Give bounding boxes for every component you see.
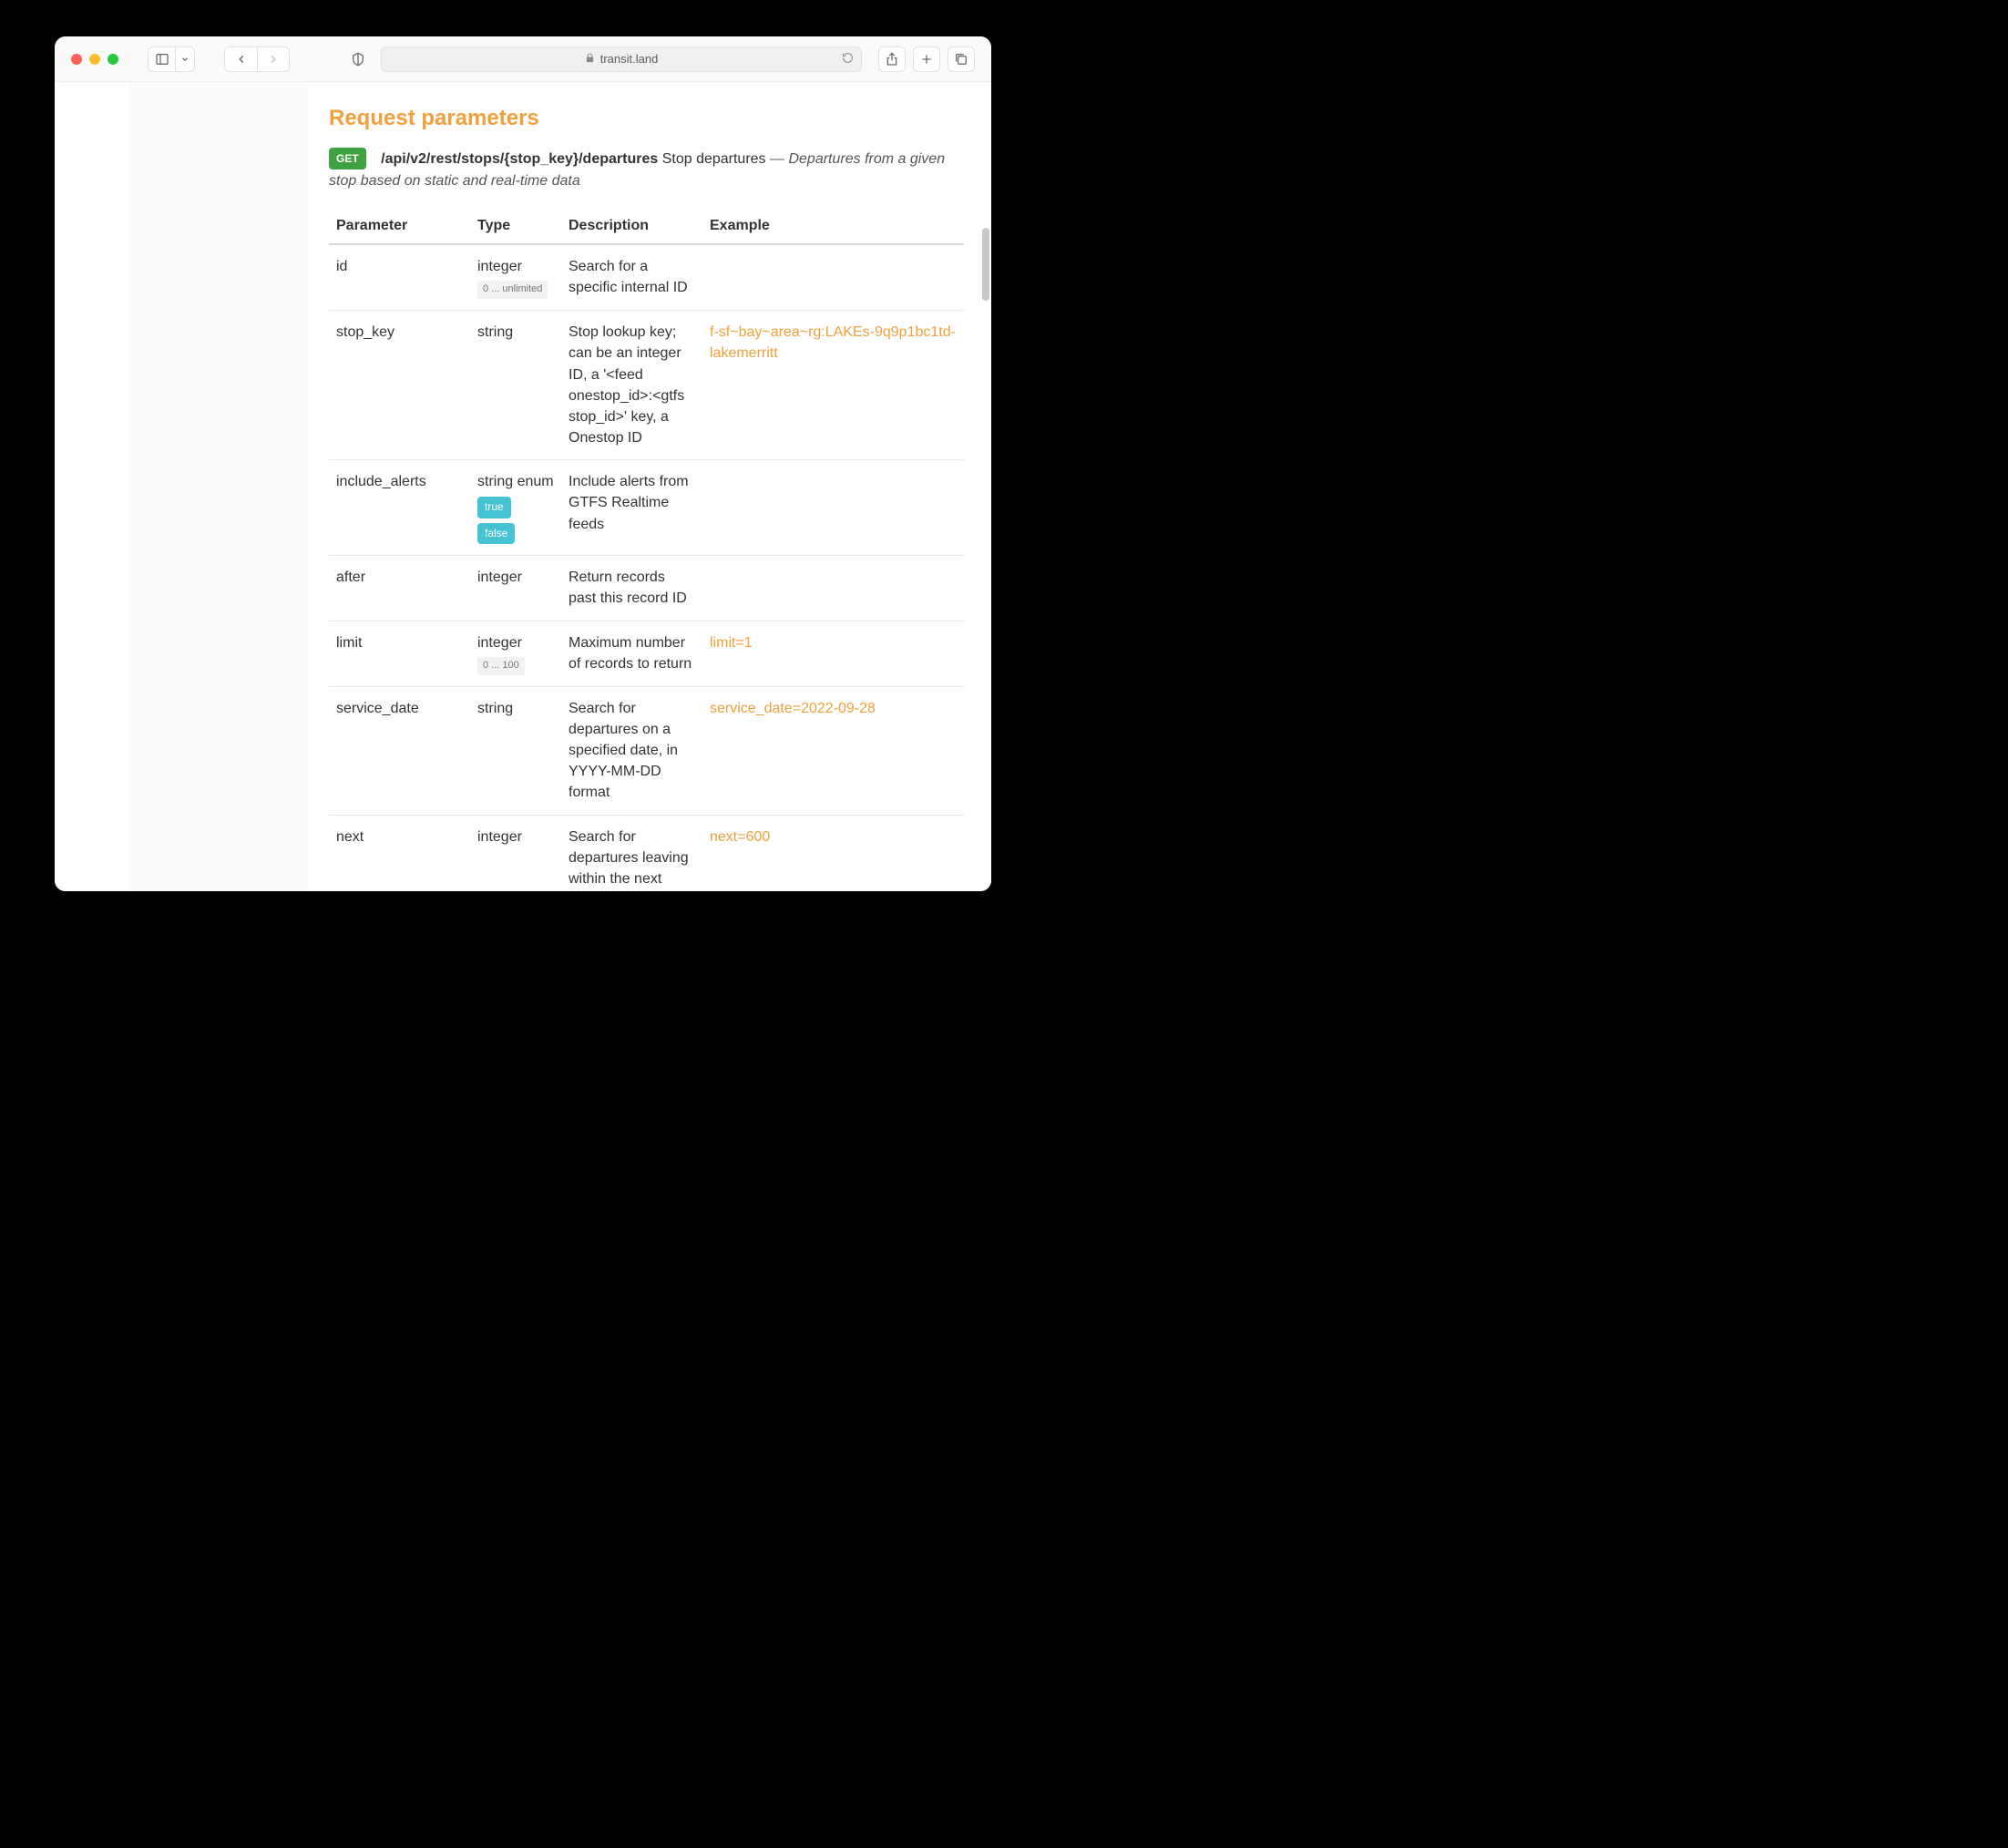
share-icon [885, 52, 899, 67]
chevron-down-icon [180, 55, 190, 64]
param-example [702, 244, 964, 311]
enum-pill: false [477, 523, 515, 544]
endpoint-path: /api/v2/rest/stops/{stop_key}/departures [381, 151, 658, 167]
titlebar: transit.land [55, 36, 991, 82]
content-wrap: Request parameters GET /api/v2/rest/stop… [55, 82, 991, 891]
new-tab-button[interactable] [913, 46, 940, 72]
address-bar[interactable]: transit.land [381, 46, 862, 72]
param-description: Maximum number of records to return [561, 621, 702, 686]
endpoint-summary: Stop departures [662, 151, 766, 167]
param-type: string enumtruefalse [470, 460, 561, 556]
param-type: integer [470, 815, 561, 891]
back-button[interactable] [224, 46, 257, 72]
param-name: id [329, 244, 470, 311]
param-name: next [329, 815, 470, 891]
section-title: Request parameters [329, 106, 964, 131]
param-description: Stop lookup key; can be an integer ID, a… [561, 311, 702, 460]
param-example: next=600 [702, 815, 964, 891]
param-name: service_date [329, 686, 470, 815]
param-example: limit=1 [702, 621, 964, 686]
param-example: f-sf~bay~area~rg:LAKEs-9q9p1bc1td-lakeme… [702, 311, 964, 460]
table-row: limitinteger0 ... 100Maximum number of r… [329, 621, 964, 686]
scrollbar-thumb[interactable] [982, 228, 989, 301]
enum-pill: true [477, 497, 511, 518]
reload-icon [842, 52, 854, 64]
param-example [702, 460, 964, 556]
table-header-row: Parameter Type Description Example [329, 209, 964, 244]
parameters-table: Parameter Type Description Example idint… [329, 209, 964, 891]
th-type: Type [470, 209, 561, 244]
param-description: Return records past this record ID [561, 556, 702, 621]
close-window-button[interactable] [71, 54, 82, 65]
tabs-overview-button[interactable] [948, 46, 975, 72]
param-type: string [470, 686, 561, 815]
left-gutter [55, 82, 129, 891]
sidebar-dropdown-button[interactable] [175, 46, 195, 72]
tabs-icon [954, 52, 968, 67]
shield-icon [351, 52, 365, 67]
http-method-badge: GET [329, 148, 366, 169]
plus-icon [919, 52, 934, 67]
table-row: nextintegerSearch for departures leaving… [329, 815, 964, 891]
main-content: Request parameters GET /api/v2/rest/stop… [307, 82, 991, 891]
chevron-left-icon [235, 53, 248, 66]
table-row: afterintegerReturn records past this rec… [329, 556, 964, 621]
param-example [702, 556, 964, 621]
param-description: Include alerts from GTFS Realtime feeds [561, 460, 702, 556]
param-description: Search for departures on a specified dat… [561, 686, 702, 815]
lock-icon [585, 53, 595, 66]
forward-button[interactable] [257, 46, 290, 72]
table-row: service_datestringSearch for departures … [329, 686, 964, 815]
param-example: service_date=2022-09-28 [702, 686, 964, 815]
window-controls [71, 54, 118, 65]
browser-window: transit.land Request parameters GET /api… [55, 36, 991, 891]
doc-sidebar [129, 82, 307, 891]
type-range-badge: 0 ... unlimited [477, 281, 548, 299]
param-name: stop_key [329, 311, 470, 460]
url-host: transit.land [600, 52, 659, 66]
table-row: stop_keystringStop lookup key; can be an… [329, 311, 964, 460]
table-row: include_alertsstring enumtruefalseInclud… [329, 460, 964, 556]
minimize-window-button[interactable] [89, 54, 100, 65]
privacy-button[interactable] [344, 46, 372, 72]
sidebar-toggle-button[interactable] [148, 46, 175, 72]
endpoint-line: GET /api/v2/rest/stops/{stop_key}/depart… [329, 148, 964, 192]
th-parameter: Parameter [329, 209, 470, 244]
th-example: Example [702, 209, 964, 244]
table-row: idinteger0 ... unlimitedSearch for a spe… [329, 244, 964, 311]
example-link[interactable]: f-sf~bay~area~rg:LAKEs-9q9p1bc1td-lakeme… [710, 324, 956, 361]
param-name: limit [329, 621, 470, 686]
param-description: Search for a specific internal ID [561, 244, 702, 311]
maximize-window-button[interactable] [108, 54, 118, 65]
param-type: integer0 ... unlimited [470, 244, 561, 311]
type-range-badge: 0 ... 100 [477, 657, 525, 675]
th-description: Description [561, 209, 702, 244]
chevron-right-icon [267, 53, 280, 66]
param-name: include_alerts [329, 460, 470, 556]
example-link[interactable]: service_date=2022-09-28 [710, 701, 876, 716]
example-link[interactable]: limit=1 [710, 635, 753, 651]
param-type: integer [470, 556, 561, 621]
sidebar-icon [155, 52, 169, 67]
param-type: string [470, 311, 561, 460]
param-name: after [329, 556, 470, 621]
reload-button[interactable] [842, 52, 854, 67]
example-link[interactable]: next=600 [710, 829, 770, 845]
param-description: Search for departures leaving within the… [561, 815, 702, 891]
share-button[interactable] [878, 46, 906, 72]
param-type: integer0 ... 100 [470, 621, 561, 686]
